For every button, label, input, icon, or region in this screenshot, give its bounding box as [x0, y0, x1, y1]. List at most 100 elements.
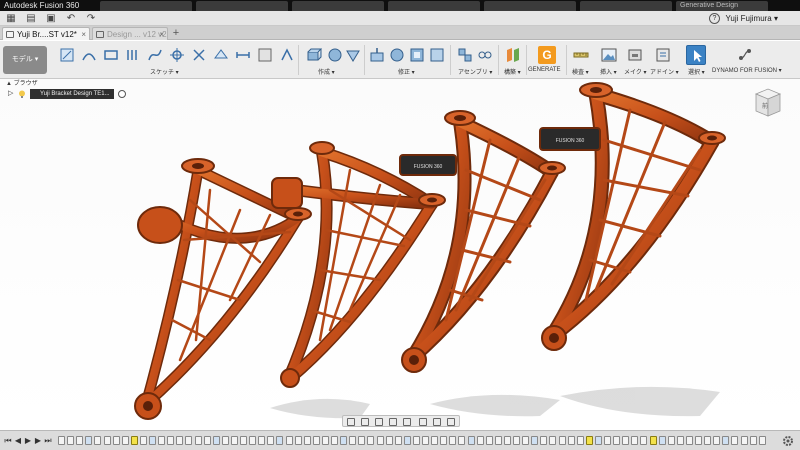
timeline-first-button[interactable]: ⏮ — [4, 436, 12, 445]
bracket-design-4[interactable]: FUSION 360 — [539, 82, 726, 351]
modify-group-label[interactable]: 修正 ▾ — [398, 67, 415, 76]
combine-icon[interactable] — [428, 46, 446, 64]
timeline-feature-icon[interactable] — [358, 436, 366, 445]
timeline-feature-icon[interactable] — [549, 436, 557, 445]
undo-icon[interactable]: ↶ — [64, 13, 78, 24]
look-at-icon[interactable] — [361, 418, 369, 426]
timeline-feature-icon[interactable] — [513, 436, 520, 445]
gear-icon[interactable] — [782, 435, 794, 447]
offset-icon[interactable] — [124, 46, 142, 64]
timeline-feature-icon[interactable] — [312, 436, 320, 445]
timeline-last-button[interactable]: ⏭ — [44, 436, 52, 445]
timeline-feature-icon[interactable] — [440, 436, 448, 445]
timeline-feature-icon[interactable] — [722, 436, 730, 445]
timeline-feature-icon[interactable] — [431, 436, 439, 445]
timeline-feature-icon[interactable] — [367, 436, 375, 445]
timeline-feature-icon[interactable] — [476, 436, 484, 445]
timeline-feature-icon[interactable] — [594, 436, 602, 445]
timeline-feature-icon[interactable] — [558, 436, 566, 445]
timeline-feature-icon[interactable] — [212, 436, 220, 445]
timeline-feature-icon[interactable] — [158, 436, 166, 445]
timeline-feature-icon[interactable] — [749, 436, 757, 445]
scripts-addins-icon[interactable] — [654, 46, 672, 64]
construct-group-label[interactable]: 構築 ▾ — [504, 67, 521, 76]
display-settings-icon[interactable] — [419, 418, 427, 426]
document-tab-active[interactable]: Yuji Br....ST v12* × — [2, 27, 90, 40]
close-tab-icon[interactable]: × — [159, 28, 164, 41]
timeline-feature-icon[interactable] — [185, 436, 193, 445]
timeline-previous-button[interactable]: ◀ — [14, 436, 22, 445]
browser-panel-header[interactable]: ▲ ブラウザ — [6, 80, 126, 89]
zoom-icon[interactable] — [389, 418, 397, 426]
browser-root-node[interactable]: ▷ Yuji Bracket Design TE1... — [8, 89, 126, 99]
timeline-feature-icon[interactable] — [576, 436, 584, 445]
timeline-feature-icon[interactable] — [758, 436, 766, 445]
timeline-feature-icon[interactable] — [640, 436, 648, 445]
timeline-feature-icon[interactable] — [349, 436, 357, 445]
spline-icon[interactable] — [146, 46, 164, 64]
timeline-feature-icon[interactable] — [258, 436, 266, 445]
timeline-feature-icon[interactable] — [331, 436, 338, 445]
timeline-feature-icon[interactable] — [485, 436, 493, 445]
shell-icon[interactable] — [408, 46, 426, 64]
timeline-next-button[interactable]: ▶ — [34, 436, 42, 445]
browser-tab[interactable] — [196, 1, 288, 11]
extrude-icon[interactable] — [304, 46, 322, 64]
timeline-feature-icon[interactable] — [422, 436, 429, 445]
timeline-feature-icon[interactable] — [713, 436, 721, 445]
user-account-menu[interactable]: Yuji Fujimura ▾ — [726, 13, 778, 24]
timeline-feature-icon[interactable] — [85, 436, 93, 445]
help-icon[interactable]: ? — [709, 13, 720, 24]
timeline-feature-icon[interactable] — [267, 436, 275, 445]
timeline-feature-icon[interactable] — [494, 436, 502, 445]
timeline-feature-icon[interactable] — [385, 436, 393, 445]
timeline-feature-icon[interactable] — [230, 436, 238, 445]
measure-icon[interactable] — [572, 46, 590, 64]
press-pull-icon[interactable] — [368, 46, 386, 64]
timeline-feature-icon[interactable] — [249, 436, 257, 445]
timeline-feature-icon[interactable] — [531, 436, 539, 445]
timeline-feature-icon[interactable] — [403, 436, 411, 445]
rectangle-icon[interactable] — [102, 46, 120, 64]
insert-group-label[interactable]: 挿入 ▾ — [600, 67, 617, 76]
new-component-icon[interactable] — [456, 46, 474, 64]
timeline-feature-icon[interactable] — [285, 436, 293, 445]
select-group-label[interactable]: 選択 ▾ — [688, 67, 705, 76]
timeline-feature-icon[interactable] — [340, 436, 348, 445]
app-grid-icon[interactable]: ▦ — [4, 13, 18, 24]
timeline-feature-icon[interactable] — [67, 436, 75, 445]
timeline-feature-icon[interactable] — [221, 436, 229, 445]
timeline-feature-icon[interactable] — [467, 436, 475, 445]
timeline-feature-icon[interactable] — [667, 436, 675, 445]
timeline-feature-icon[interactable] — [522, 436, 530, 445]
timeline-feature-icon[interactable] — [731, 436, 739, 445]
timeline-feature-icon[interactable] — [121, 436, 129, 445]
document-tab-inactive[interactable]: Design ... v12 v2 × — [92, 27, 168, 40]
make-group-label[interactable]: メイク ▾ — [624, 67, 647, 76]
timeline-feature-icon[interactable] — [449, 436, 457, 445]
timeline-feature-icon[interactable] — [139, 436, 147, 445]
dynamo-icon[interactable] — [736, 46, 754, 64]
timeline-feature-icon[interactable] — [94, 436, 102, 445]
browser-tab[interactable] — [484, 1, 576, 11]
pan-icon[interactable] — [375, 418, 383, 426]
expand-arrow-icon[interactable]: ▷ — [8, 89, 13, 99]
timeline-feature-icon[interactable] — [321, 436, 329, 445]
timeline-feature-icon[interactable] — [203, 436, 211, 445]
point-icon[interactable] — [168, 46, 186, 64]
generate-group-label[interactable]: GENERATE — [528, 67, 561, 73]
workspace-switcher[interactable]: モデル ▾ — [3, 46, 47, 74]
mirror-icon[interactable] — [190, 46, 208, 64]
offset-plane-icon[interactable] — [504, 46, 522, 64]
browser-tab[interactable] — [292, 1, 384, 11]
insert-image-icon[interactable] — [600, 46, 618, 64]
stop-sketch-icon[interactable] — [256, 46, 274, 64]
save-icon[interactable]: ▣ — [44, 13, 58, 24]
sketch-group-label[interactable]: スケッチ ▾ — [150, 67, 179, 76]
orbit-icon[interactable] — [347, 418, 355, 426]
create-group-label[interactable]: 作成 ▾ — [318, 67, 335, 76]
timeline-feature-track[interactable] — [58, 435, 772, 447]
joint-icon[interactable] — [476, 46, 494, 64]
close-tab-icon[interactable]: × — [81, 28, 86, 41]
arc-icon[interactable] — [80, 46, 98, 64]
